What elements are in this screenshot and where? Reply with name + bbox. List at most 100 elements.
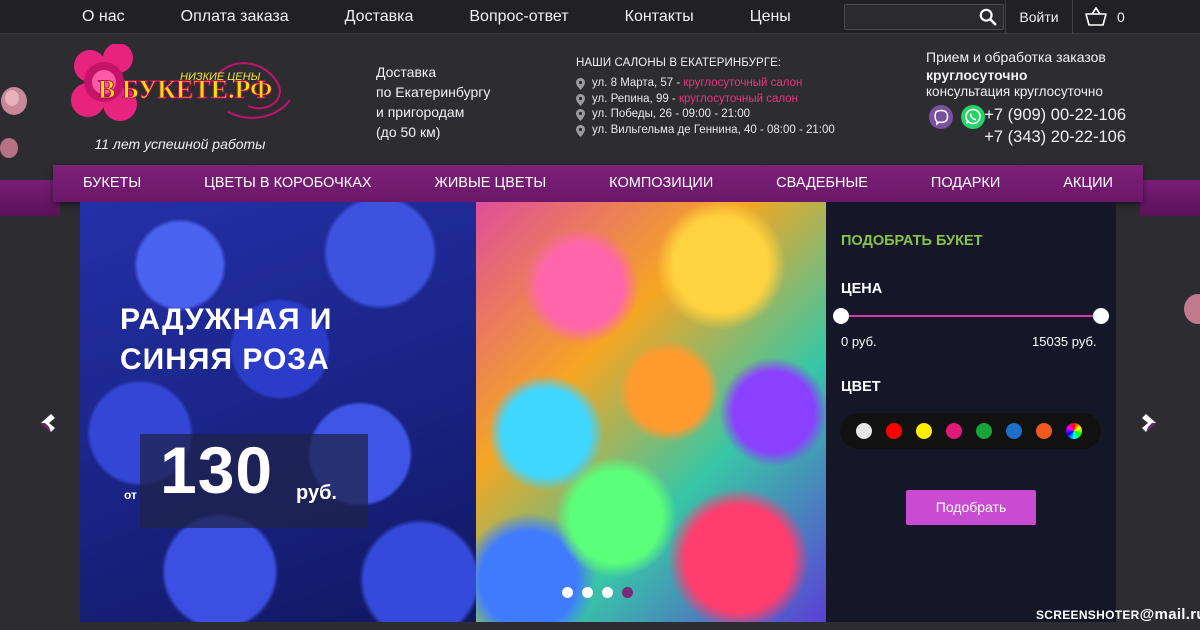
- filter-price-label: ЦЕНА: [841, 281, 883, 297]
- search-icon[interactable]: [979, 8, 997, 26]
- color-swatch[interactable]: [1066, 423, 1082, 439]
- salon-address: ул. Вильгельма де Геннина, 40 -: [592, 123, 767, 136]
- salon-item: ул. 8 Марта, 57 - круглосуточный салон: [576, 76, 866, 92]
- color-swatches: [840, 413, 1101, 449]
- whatsapp-icon[interactable]: [960, 104, 986, 130]
- salon-hours: круглосуточный салон: [678, 92, 798, 105]
- blue-roses-image: [80, 202, 480, 622]
- slider-prev-arrow-icon[interactable]: [37, 412, 57, 434]
- salon-item: ул. Победы, 26 - 09:00 - 21:00: [576, 107, 866, 123]
- site-logo[interactable]: НИЗКИЕ ЦЕНЫ В БУКЕТЕ.РФ: [68, 44, 294, 132]
- basket-icon: [1085, 7, 1107, 26]
- phone-2[interactable]: +7 (343) 20-22-106: [984, 128, 1126, 147]
- slider-dots: [562, 587, 642, 598]
- map-pin-icon: [576, 78, 585, 90]
- slide-title-line: РАДУЖНАЯ И: [120, 303, 333, 336]
- color-swatch[interactable]: [886, 423, 902, 439]
- color-swatch[interactable]: [946, 423, 962, 439]
- price-slider-min-handle[interactable]: [833, 308, 849, 324]
- map-pin-icon: [576, 109, 585, 121]
- slide-title-line: СИНЯЯ РОЗА: [120, 343, 330, 376]
- rainbow-roses-image: [476, 202, 826, 622]
- map-pin-icon: [576, 124, 585, 137]
- price-slider-track[interactable]: [841, 315, 1101, 317]
- delivery-line: и пригородам: [376, 104, 465, 120]
- ribbon-decoration: [1140, 180, 1200, 216]
- contact-info: Прием и обработка заказов круглосуточно …: [926, 48, 1166, 100]
- slider-dot[interactable]: [622, 587, 633, 598]
- rose-bud-decoration: [0, 138, 18, 158]
- salon-hours: 08:00 - 21:00: [766, 123, 835, 136]
- screenshot-watermark: SCREENSHOTER@mail.ru: [1036, 606, 1200, 623]
- contact-line: круглосуточно: [926, 67, 1028, 83]
- salons-list: НАШИ САЛОНЫ В ЕКАТЕРИНБУРГЕ: ул. 8 Марта…: [576, 57, 866, 138]
- nav-promotions[interactable]: АКЦИИ: [1063, 165, 1113, 202]
- rose-bud-decoration: [1, 87, 27, 115]
- slider-dot[interactable]: [562, 587, 573, 598]
- salon-item: ул. Вильгельма де Геннина, 40 - 08:00 - …: [576, 123, 866, 139]
- top-nav-faq[interactable]: Вопрос-ответ: [441, 0, 596, 34]
- slide-title: РАДУЖНАЯ И СИНЯЯ РОЗА: [120, 300, 420, 380]
- cart-count: 0: [1117, 9, 1125, 25]
- nav-wedding[interactable]: СВАДЕБНЫЕ: [776, 165, 868, 202]
- logo-subtitle: 11 лет успешной работы: [94, 136, 266, 152]
- top-nav-payment[interactable]: Оплата заказа: [153, 0, 317, 34]
- salon-hours: 09:00 - 21:00: [682, 108, 751, 120]
- salon-address: ул. Репина, 99 -: [592, 92, 679, 105]
- top-bar: О нас Оплата заказа Доставка Вопрос-отве…: [0, 0, 1200, 34]
- price-value: 130: [160, 433, 274, 507]
- nav-flowers-in-boxes[interactable]: ЦВЕТЫ В КОРОБОЧКАХ: [204, 165, 371, 202]
- watermark-text: @mail.ru: [1139, 606, 1200, 623]
- salon-item: ул. Репина, 99 - круглосуточный салон: [576, 92, 866, 108]
- phones: +7 (909) 00-22-106 +7 (343) 20-22-106: [928, 104, 1128, 148]
- svg-text:В БУКЕТЕ.РФ: В БУКЕТЕ.РФ: [98, 75, 272, 104]
- login-button[interactable]: Войти: [1005, 0, 1073, 34]
- salon-address: ул. Победы, 26 -: [592, 108, 683, 120]
- salons-title: НАШИ САЛОНЫ В ЕКАТЕРИНБУРГЕ:: [576, 57, 782, 69]
- top-nav-contacts[interactable]: Контакты: [597, 0, 722, 34]
- top-nav-prices[interactable]: Цены: [722, 0, 819, 34]
- filter-color-label: ЦВЕТ: [841, 379, 881, 395]
- delivery-line: по Екатеринбургу: [376, 84, 491, 100]
- top-nav-delivery[interactable]: Доставка: [317, 0, 442, 34]
- map-pin-icon: [576, 93, 585, 106]
- contact-line: консультация круглосуточно: [926, 84, 1103, 99]
- slider-next-arrow-icon[interactable]: [1140, 412, 1160, 434]
- top-nav-about[interactable]: О нас: [54, 0, 153, 34]
- price-max-label: 15035 руб.: [1032, 334, 1097, 349]
- color-swatch[interactable]: [1036, 423, 1052, 439]
- rose-bud-decoration: [1184, 294, 1200, 324]
- salon-address: ул. 8 Марта, 57 -: [592, 77, 684, 89]
- price-prefix: от: [124, 488, 137, 502]
- delivery-line: (до 50 км): [376, 124, 441, 140]
- top-nav: О нас Оплата заказа Доставка Вопрос-отве…: [54, 0, 819, 34]
- nav-bouquets[interactable]: БУКЕТЫ: [83, 165, 141, 202]
- salon-hours: круглосуточный салон: [683, 77, 803, 89]
- main-nav: БУКЕТЫ ЦВЕТЫ В КОРОБОЧКАХ ЖИВЫЕ ЦВЕТЫ КО…: [53, 165, 1143, 202]
- search-input[interactable]: [845, 5, 971, 29]
- delivery-line: Доставка: [376, 64, 437, 80]
- nav-compositions[interactable]: КОМПОЗИЦИИ: [609, 165, 713, 202]
- cart-button[interactable]: 0: [1085, 0, 1125, 34]
- color-swatch[interactable]: [916, 423, 932, 439]
- color-swatch[interactable]: [1006, 423, 1022, 439]
- viber-icon[interactable]: [928, 104, 954, 130]
- slider-dot[interactable]: [582, 587, 593, 598]
- filter-title: ПОДОБРАТЬ БУКЕТ: [841, 233, 983, 249]
- phone-1[interactable]: +7 (909) 00-22-106: [984, 106, 1126, 125]
- hero-slider: РАДУЖНАЯ И СИНЯЯ РОЗА от 130 руб. ПОДОБР…: [80, 202, 1116, 622]
- price-slider-max-handle[interactable]: [1093, 308, 1109, 324]
- contact-line: Прием и обработка заказов: [926, 49, 1106, 65]
- select-bouquet-button[interactable]: Подобрать: [906, 490, 1036, 525]
- price-currency: руб.: [296, 482, 337, 504]
- search-box: [844, 4, 1004, 30]
- watermark-text: SCREENSHOTER: [1036, 608, 1140, 622]
- price-min-label: 0 руб.: [841, 334, 877, 349]
- nav-gifts[interactable]: ПОДАРКИ: [931, 165, 1000, 202]
- nav-live-flowers[interactable]: ЖИВЫЕ ЦВЕТЫ: [434, 165, 546, 202]
- color-swatch[interactable]: [856, 423, 872, 439]
- slider-dot[interactable]: [602, 587, 613, 598]
- ribbon-decoration: [0, 180, 60, 216]
- color-swatch[interactable]: [976, 423, 992, 439]
- bouquet-filter: ПОДОБРАТЬ БУКЕТ ЦЕНА 0 руб. 15035 руб. Ц…: [826, 202, 1116, 622]
